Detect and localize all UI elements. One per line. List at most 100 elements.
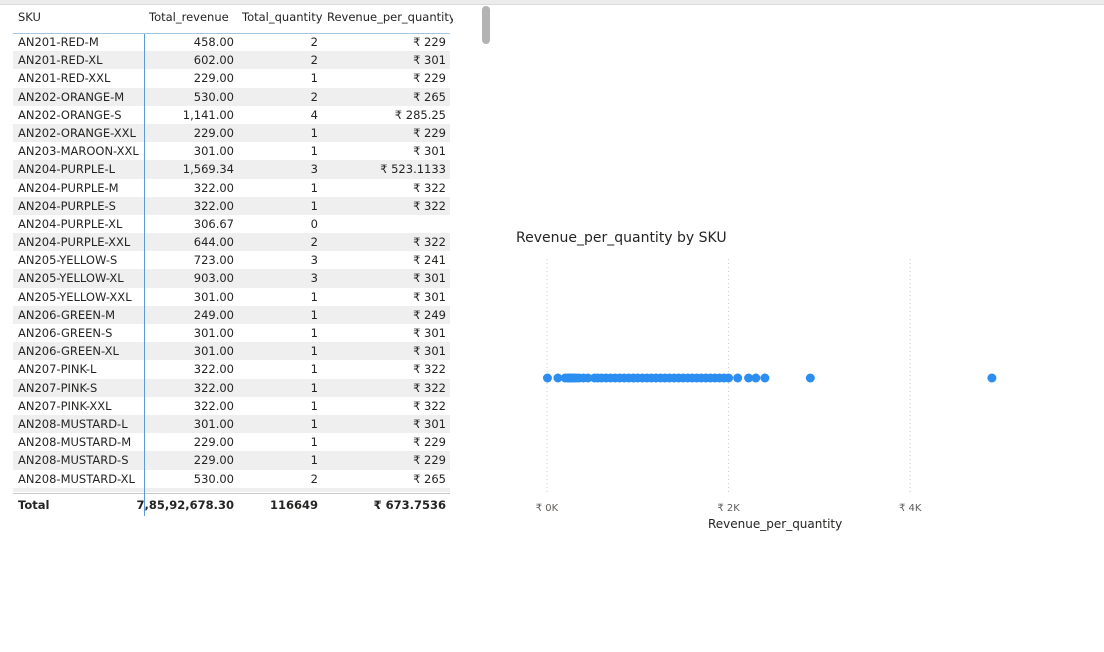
total-revenue-cell: 322.00 [193, 198, 234, 213]
table-row[interactable]: AN205-YELLOW-S 723.00 3 ₹ 241 [13, 251, 450, 269]
sku-cell: AN202-ORANGE-S [18, 107, 122, 122]
table-row[interactable]: AN204-PURPLE-S 322.00 1 ₹ 322 [13, 196, 450, 215]
table-row[interactable]: AN208-MUSTARD-XL 530.00 2 ₹ 265 [13, 470, 450, 488]
table-header-row: SKU Total_revenue Total_quantity Revenue… [13, 6, 453, 34]
data-point[interactable] [805, 373, 815, 383]
table-row[interactable]: AN201-RED-M 458.00 2 ₹ 229 [13, 33, 450, 51]
total-quantity-cell: 1 [310, 198, 318, 213]
total-revenue-cell: 229.00 [193, 453, 234, 468]
x-tick-label: ₹ 0K [536, 503, 559, 514]
sku-cell: AN208-MUSTARD-M [18, 435, 132, 450]
total-revenue-cell: 322.00 [193, 398, 234, 413]
revenue-per-quantity-cell: ₹ 229 [413, 453, 446, 468]
revenue-per-quantity-cell: ₹ 265 [413, 89, 446, 104]
total-revenue-cell: 530.00 [193, 89, 234, 104]
total-quantity-cell: 1 [310, 416, 318, 431]
table-row[interactable]: AN202-ORANGE-XXL 229.00 1 ₹ 229 [13, 123, 450, 143]
x-tick-label: ₹ 2K [717, 503, 740, 514]
revenue-per-quantity-cell: ₹ 301 [413, 289, 446, 304]
total-revenue-cell: 301.00 [193, 289, 234, 304]
table-visual[interactable]: SKU Total_revenue Total_quantity Revenue… [13, 6, 453, 516]
sku-cell: AN203-MAROON-XXL [18, 144, 139, 159]
table-row[interactable]: AN206-GREEN-XL 301.00 1 ₹ 301 [13, 342, 450, 361]
total-revenue-cell: 301.00 [193, 344, 234, 359]
revenue-per-quantity-cell: ₹ 301 [413, 53, 446, 68]
column-header-total-revenue[interactable]: Total_revenue [149, 10, 229, 24]
scatter-chart[interactable]: ₹ 0K ₹ 2K ₹ 4K [520, 255, 1040, 520]
table-scrollbar[interactable] [482, 6, 490, 44]
sku-cell: AN201-RED-XL [18, 53, 103, 68]
total-revenue-cell: 1,141.00 [182, 107, 234, 122]
table-total-row: Total 7,85,92,678.30 116649 ₹ 673.7536 [13, 493, 450, 516]
chart-title: Revenue_per_quantity by SKU [516, 230, 727, 246]
total-revenue-cell: 301.00 [193, 144, 234, 159]
total-revenue-value: 7,85,92,678.30 [136, 498, 235, 512]
sku-cell: AN208-MUSTARD-L [18, 416, 128, 431]
sku-cell: AN204-PURPLE-M [18, 180, 119, 195]
revenue-per-quantity-cell: ₹ 301 [413, 326, 446, 340]
revenue-per-quantity-cell: ₹ 229 [413, 71, 446, 86]
table-row[interactable]: AN202-ORANGE-M 530.00 2 ₹ 265 [13, 87, 450, 106]
total-revenue-cell: 322.00 [193, 180, 234, 195]
column-header-revenue-per-quantity[interactable]: Revenue_per_quantity [327, 10, 453, 24]
table-row[interactable]: AN204-PURPLE-XXL 644.00 2 ₹ 322 [13, 233, 450, 252]
total-revenue-cell: 602.00 [193, 53, 234, 68]
data-point[interactable] [987, 373, 997, 383]
total-quantity-value: 116649 [269, 498, 318, 512]
total-revenue-cell: 249.00 [193, 307, 234, 322]
revenue-per-quantity-cell: ₹ 322 [413, 198, 446, 213]
total-revenue-cell: 322.00 [193, 362, 234, 377]
table-row[interactable]: AN201-RED-XL 602.00 2 ₹ 301 [13, 51, 450, 70]
total-revenue-cell: 903.00 [193, 271, 234, 286]
total-revenue-cell: 644.00 [193, 235, 234, 250]
revenue-per-quantity-cell: ₹ 322 [413, 380, 446, 395]
revenue-per-quantity-cell: ₹ 301 [413, 144, 446, 159]
table-row[interactable]: AN208-MUSTARD-S 229.00 1 ₹ 229 [13, 451, 450, 470]
table-row[interactable]: AN204-PURPLE-L 1,569.34 3 ₹ 523.1133 [13, 160, 450, 179]
total-quantity-cell: 2 [310, 235, 318, 250]
table-row[interactable]: AN201-RED-XXL 229.00 1 ₹ 229 [13, 69, 450, 87]
total-quantity-cell: 0 [310, 216, 318, 231]
table-row[interactable]: AN207-PINK-L 322.00 1 ₹ 322 [13, 360, 450, 378]
data-point[interactable] [733, 373, 743, 383]
total-quantity-cell: 2 [310, 89, 318, 104]
table-row[interactable]: AN208-MUSTARD-XXL 1,059.10 3 ₹ 353.7 [13, 487, 450, 492]
column-header-sku[interactable]: SKU [18, 10, 41, 24]
sku-cell: AN208-MUSTARD-S [18, 453, 129, 468]
total-label: Total [18, 498, 50, 512]
table-row[interactable]: AN204-PURPLE-M 322.00 1 ₹ 322 [13, 179, 450, 197]
revenue-per-quantity-cell: ₹ 301 [413, 344, 446, 359]
data-point[interactable] [542, 373, 552, 383]
sku-cell: AN207-PINK-S [18, 380, 98, 395]
sku-cell: AN202-ORANGE-M [18, 89, 125, 104]
revenue-per-quantity-cell: ₹ 241 [413, 253, 446, 268]
revenue-per-quantity-cell: ₹ 322 [413, 398, 446, 413]
total-quantity-cell: 1 [310, 398, 318, 413]
data-point[interactable] [724, 373, 734, 383]
table-row[interactable]: AN202-ORANGE-S 1,141.00 4 ₹ 285.25 [13, 106, 450, 124]
data-point[interactable] [760, 373, 770, 383]
table-row[interactable]: AN206-GREEN-M 249.00 1 ₹ 249 [13, 305, 450, 324]
total-revenue-cell: 1,059.10 [183, 490, 234, 492]
table-row[interactable]: AN207-PINK-S 322.00 1 ₹ 322 [13, 378, 450, 397]
total-revenue-cell: 306.67 [193, 216, 234, 231]
sku-cell: AN205-YELLOW-S [18, 253, 118, 268]
total-revenue-per-quantity-value: ₹ 673.7536 [373, 498, 446, 512]
column-header-total-quantity[interactable]: Total_quantity [242, 10, 323, 24]
table-row[interactable]: AN204-PURPLE-XL 306.67 0 [13, 215, 450, 233]
table-row[interactable]: AN208-MUSTARD-L 301.00 1 ₹ 301 [13, 414, 450, 434]
total-revenue-cell: 530.00 [193, 471, 234, 486]
total-quantity-cell: 1 [310, 453, 318, 468]
table-row[interactable]: AN207-PINK-XXL 322.00 1 ₹ 322 [13, 397, 450, 415]
table-row[interactable]: AN203-MAROON-XXL 301.00 1 ₹ 301 [13, 142, 450, 160]
total-quantity-cell: 1 [310, 380, 318, 395]
sku-cell: AN206-GREEN-S [18, 326, 113, 340]
sku-cell: AN208-MUSTARD-XXL [18, 490, 143, 492]
table-row[interactable]: AN206-GREEN-S 301.00 1 ₹ 301 [13, 324, 450, 342]
data-point[interactable] [751, 373, 761, 383]
total-revenue-cell: 301.00 [193, 326, 234, 340]
total-quantity-cell: 2 [310, 35, 318, 49]
table-row[interactable]: AN205-YELLOW-XL 903.00 3 ₹ 301 [13, 269, 450, 288]
table-row[interactable]: AN208-MUSTARD-M 229.00 1 ₹ 229 [13, 433, 450, 451]
table-row[interactable]: AN205-YELLOW-XXL 301.00 1 ₹ 301 [13, 288, 450, 306]
